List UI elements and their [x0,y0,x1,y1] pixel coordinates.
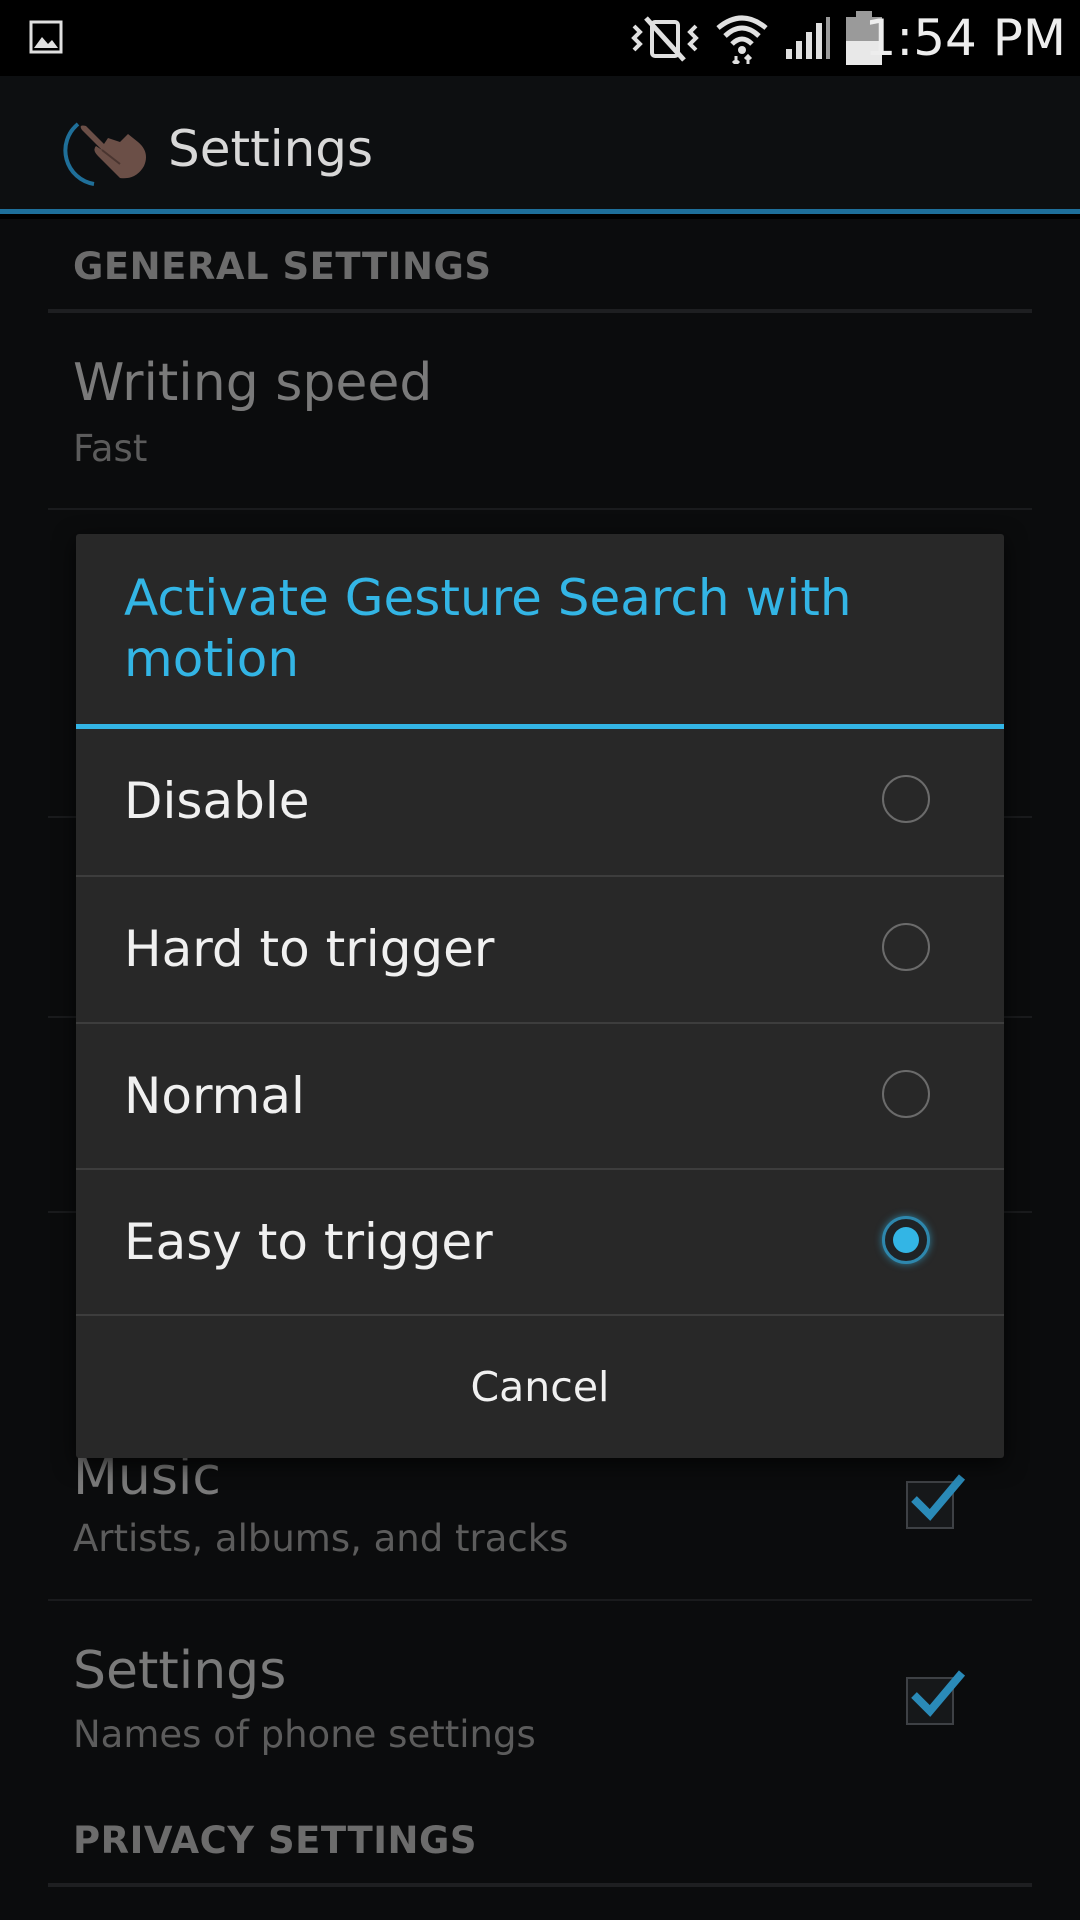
row-divider [48,1599,1032,1601]
page-title: Settings [168,120,374,178]
option-label: Easy to trigger [124,1213,493,1271]
option-easy-to-trigger[interactable]: Easy to trigger [76,1170,1004,1314]
radio-disable[interactable] [882,775,930,823]
music-checkbox[interactable] [906,1474,966,1529]
status-clock: 1:54 PM [864,9,1066,67]
section-rule [48,1883,1032,1887]
gallery-icon [29,20,63,54]
setting-title: Writing speed [73,353,433,413]
row-divider [48,508,1032,510]
radio-hard-to-trigger[interactable] [882,923,930,971]
check-icon [911,1474,966,1521]
setting-summary: Names of phone settings [73,1713,536,1756]
wifi-icon [716,15,768,64]
screen: 1:54 PM Settings GENERAL SETTINGS Writin… [0,0,1080,1920]
option-normal[interactable]: Normal [76,1024,1004,1168]
section-rule [48,309,1032,313]
signal-icon [786,17,830,59]
status-icons [630,11,884,65]
status-bar: 1:54 PM [0,0,1080,76]
dialog-title: Activate Gesture Search with motion [124,569,852,688]
setting-summary: Fast [73,427,148,470]
action-bar: Settings [0,76,1080,214]
motion-dialog: Activate Gesture Search with motion Disa… [76,534,1004,1458]
phone-settings-checkbox[interactable] [906,1670,966,1725]
radio-easy-to-trigger[interactable] [882,1216,930,1264]
option-label: Normal [124,1067,305,1125]
section-header-privacy: PRIVACY SETTINGS [73,1819,477,1862]
cancel-button[interactable]: Cancel [76,1316,1004,1458]
action-bar-divider [0,209,1080,214]
check-icon [911,1670,966,1717]
option-label: Disable [124,772,310,830]
section-header-general: GENERAL SETTINGS [73,245,492,288]
setting-summary: Artists, albums, and tracks [73,1517,569,1560]
setting-title: Settings [73,1641,287,1701]
radio-normal[interactable] [882,1070,930,1118]
gesture-hand-icon[interactable] [58,104,158,194]
vibrate-mute-icon [631,16,699,62]
option-disable[interactable]: Disable [76,729,1004,873]
option-label: Hard to trigger [124,920,495,978]
option-hard-to-trigger[interactable]: Hard to trigger [76,877,1004,1021]
